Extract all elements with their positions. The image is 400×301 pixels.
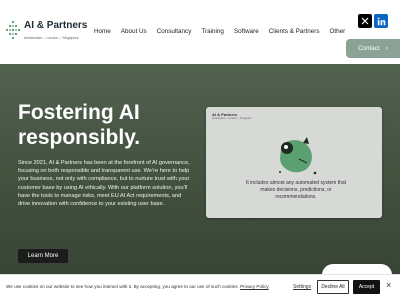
- nav-item-training[interactable]: Training: [201, 28, 224, 35]
- cookie-settings-link[interactable]: Settings: [293, 284, 311, 290]
- robot-mascot-icon: [279, 137, 317, 175]
- hero-description: Since 2021, AI & Partners has been at th…: [18, 160, 190, 208]
- x-social-button[interactable]: [358, 14, 372, 28]
- learn-more-button[interactable]: Learn More: [18, 249, 68, 263]
- hero-title: Fostering AI responsibly.: [18, 101, 141, 149]
- card-caption: It includes almost any automated system …: [245, 180, 347, 200]
- linkedin-social-button[interactable]: [374, 14, 388, 28]
- x-icon: [361, 17, 369, 25]
- nav-item-about-us[interactable]: About Us: [121, 28, 147, 35]
- contact-button-label: Contact: [358, 45, 380, 52]
- nav-item-software[interactable]: Software: [234, 28, 259, 35]
- nav-item-home[interactable]: Home: [94, 28, 111, 35]
- card-brand-sub: Amsterdam – London – Singapore: [212, 117, 252, 120]
- nav-item-consultancy[interactable]: Consultancy: [157, 28, 192, 35]
- site-header: AI & Partners Amsterdam – London – Singa…: [0, 0, 400, 64]
- accept-button[interactable]: Accept: [353, 280, 380, 294]
- brand-tagline: Amsterdam – London – Singapore: [24, 36, 79, 40]
- hero-illustration-card: AI & Partners Amsterdam – London – Singa…: [206, 107, 382, 218]
- nav-item-clients-partners[interactable]: Clients & Partners: [269, 28, 320, 35]
- main-nav: Home About Us Consultancy Training Softw…: [94, 28, 345, 35]
- nav-item-other[interactable]: Other: [329, 28, 345, 35]
- logo-icon[interactable]: [5, 19, 21, 43]
- cookie-message: We use cookies on our website to see how…: [6, 284, 269, 289]
- cookie-message-text: We use cookies on our website to see how…: [6, 284, 239, 289]
- contact-button[interactable]: Contact ›: [346, 39, 400, 58]
- privacy-policy-link[interactable]: Privacy Policy: [240, 284, 269, 289]
- decline-all-button[interactable]: Decline All: [317, 280, 349, 294]
- linkedin-icon: [377, 17, 385, 25]
- hero-section: Fostering AI responsibly. Since 2021, AI…: [0, 64, 400, 274]
- chevron-right-icon: ›: [385, 45, 388, 52]
- close-icon[interactable]: ×: [386, 281, 391, 290]
- cookie-banner: We use cookies on our website to see how…: [0, 274, 400, 301]
- brand-name[interactable]: AI & Partners: [24, 20, 87, 31]
